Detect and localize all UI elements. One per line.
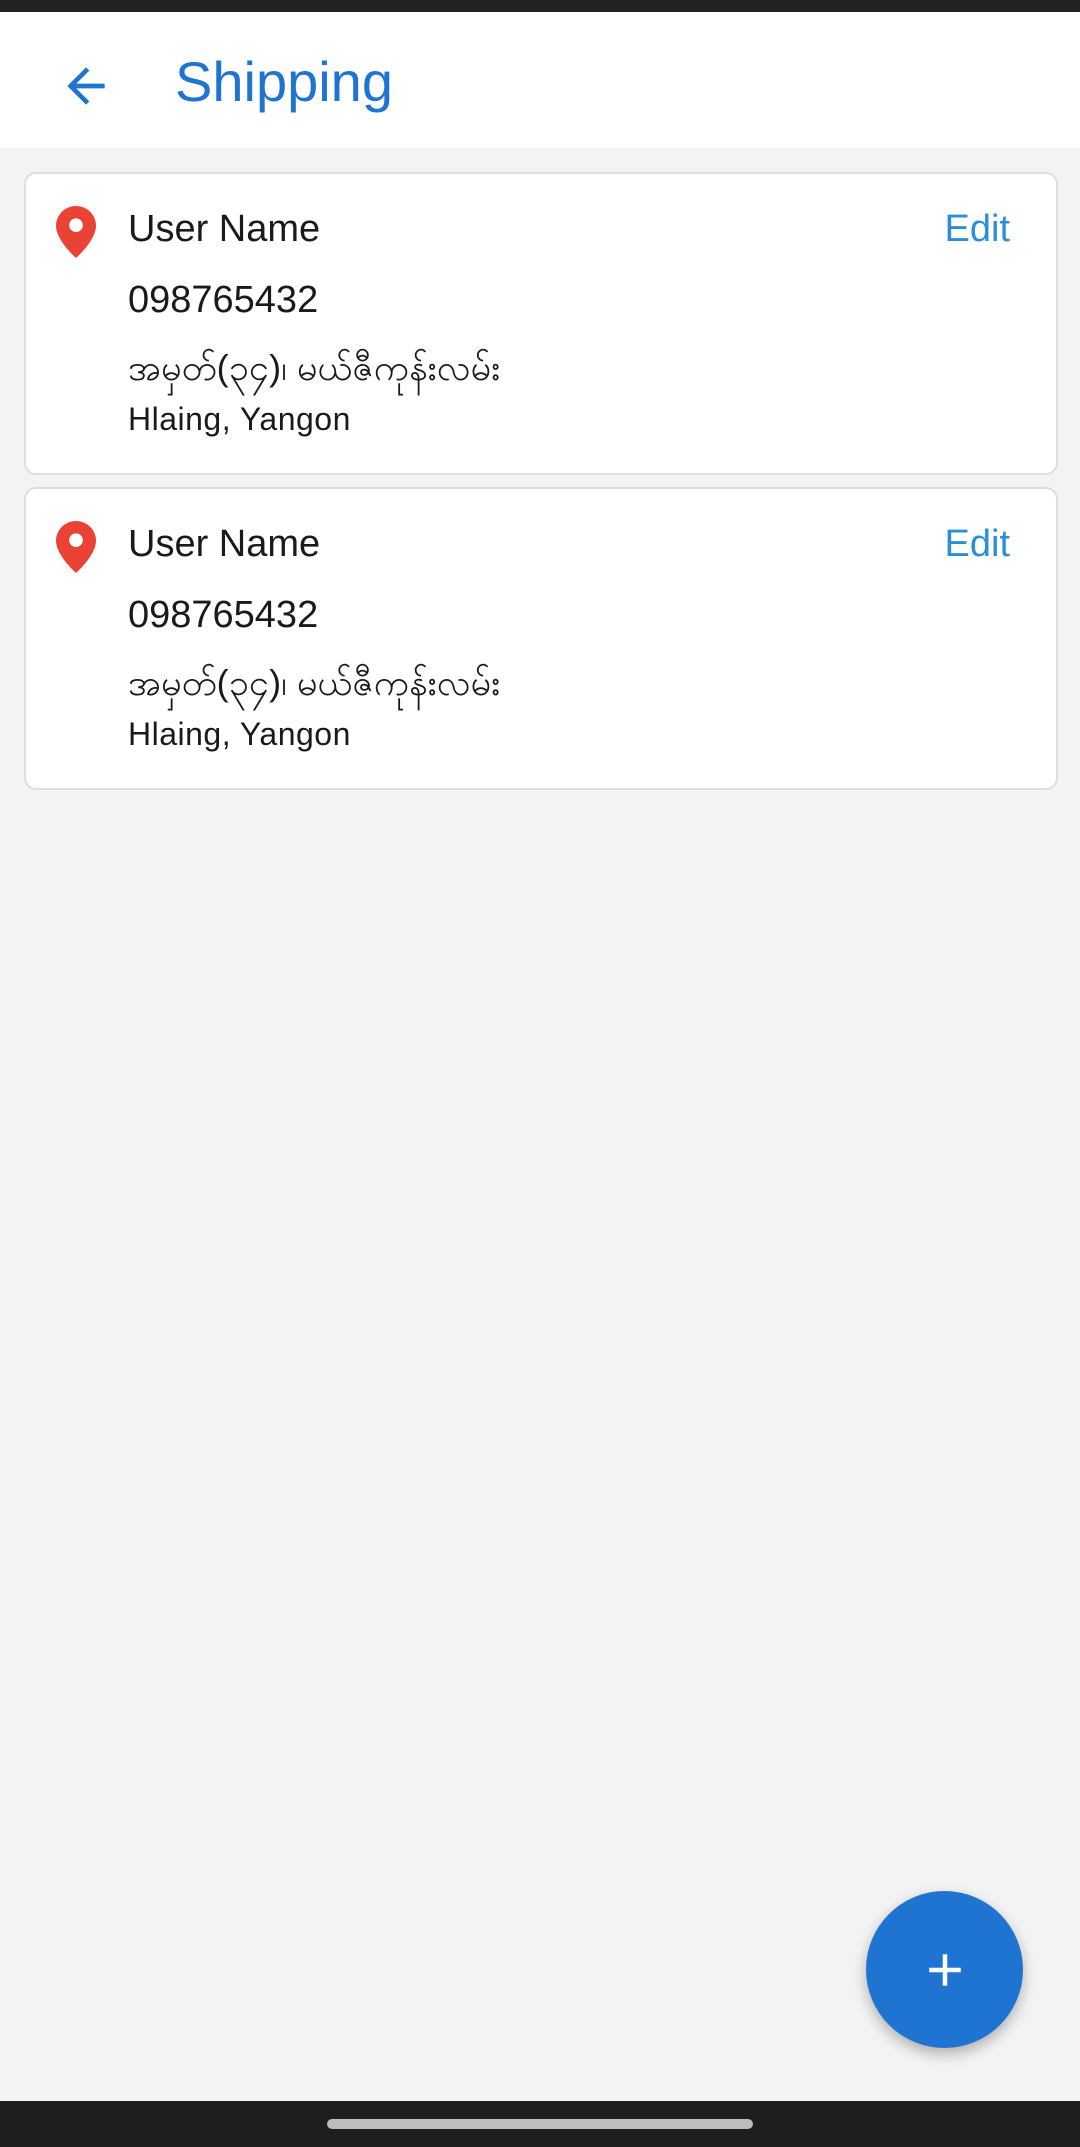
arrow-left-icon: [67, 67, 105, 105]
app-bar: Shipping: [0, 12, 1080, 148]
plus-icon: [928, 1953, 961, 1986]
edit-address-button[interactable]: Edit: [945, 204, 1010, 254]
address-street: အမှတ်(၃၄)၊ မယ်ဇီကုန်းလမ်း: [128, 662, 501, 703]
address-card[interactable]: User Name Edit 098765432 အမှတ်(၃၄)၊ မယ်ဇ…: [24, 487, 1058, 790]
status-bar: [0, 0, 1080, 12]
address-phone: 098765432: [128, 279, 319, 321]
system-navigation-bar: [0, 2101, 1080, 2147]
home-indicator[interactable]: [327, 2119, 753, 2129]
address-list: User Name Edit 098765432 အမှတ်(၃၄)၊ မယ်ဇ…: [24, 172, 1058, 802]
location-pin-icon: [56, 206, 96, 258]
address-city: Hlaing, Yangon: [128, 401, 351, 437]
address-name: User Name: [128, 523, 321, 565]
address-name: User Name: [128, 208, 321, 250]
address-card[interactable]: User Name Edit 098765432 အမှတ်(၃၄)၊ မယ်ဇ…: [24, 172, 1058, 475]
edit-address-button[interactable]: Edit: [945, 519, 1010, 569]
address-street: အမှတ်(၃၄)၊ မယ်ဇီကုန်းလမ်း: [128, 347, 501, 388]
back-button[interactable]: [46, 46, 126, 126]
add-address-button[interactable]: [866, 1891, 1023, 2048]
address-city: Hlaing, Yangon: [128, 716, 351, 752]
address-phone: 098765432: [128, 594, 319, 636]
location-pin-icon: [56, 521, 96, 573]
page-title: Shipping: [175, 50, 393, 113]
